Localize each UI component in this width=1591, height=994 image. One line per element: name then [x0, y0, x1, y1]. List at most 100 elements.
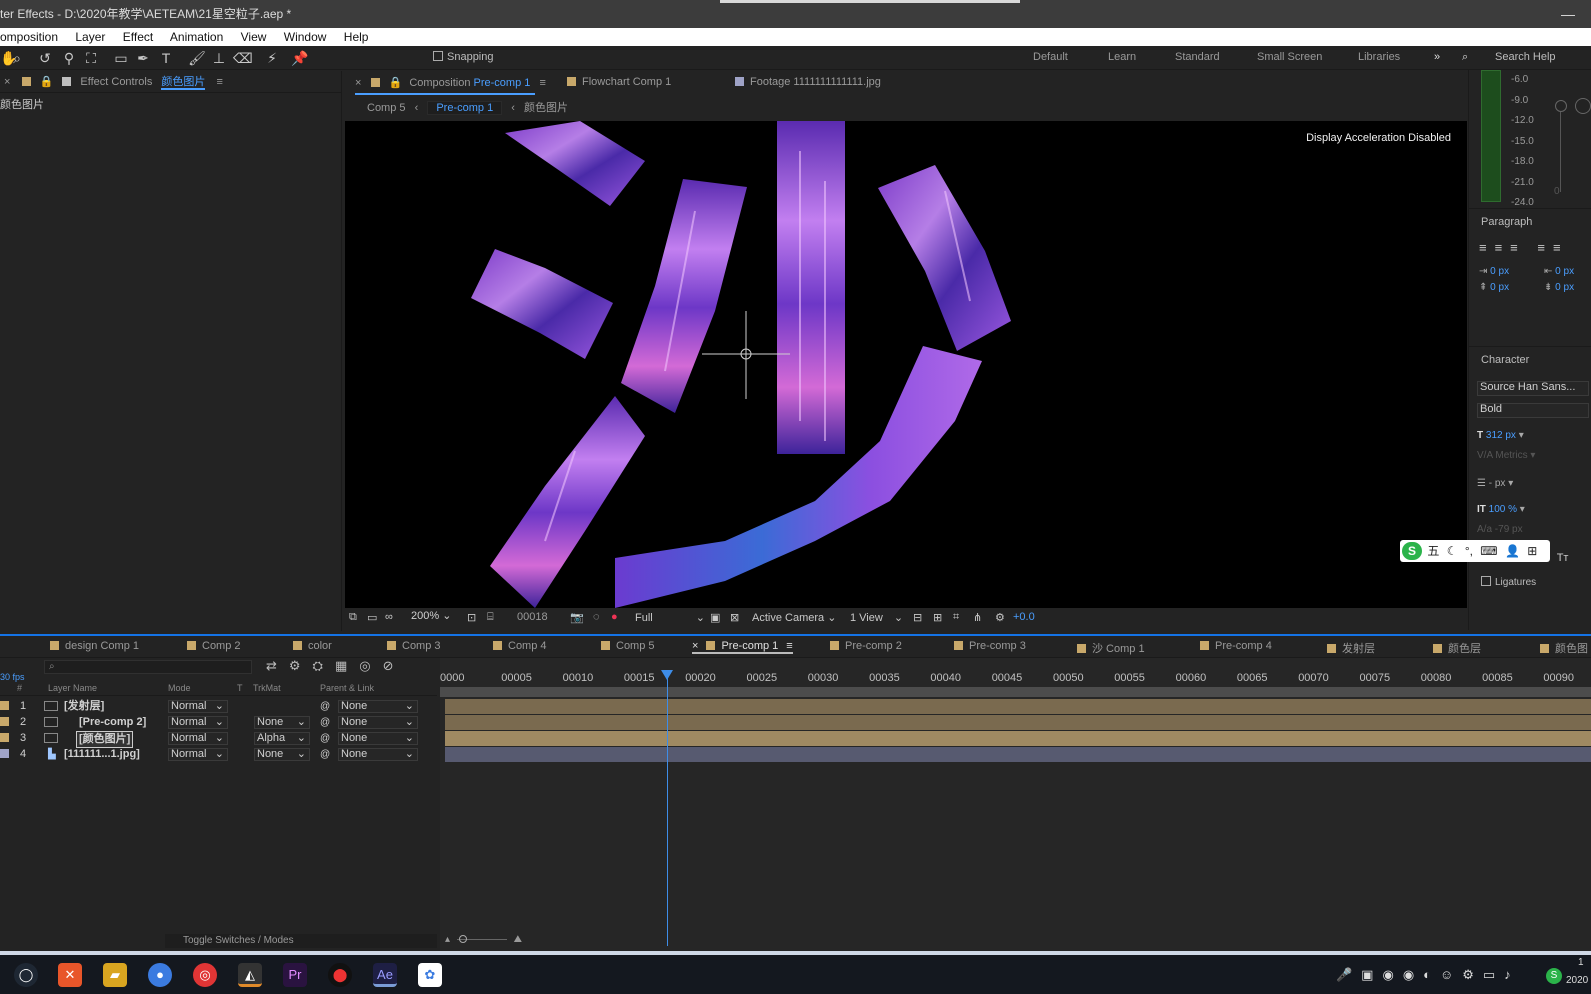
workspace-small-screen[interactable]: Small Screen — [1257, 51, 1322, 63]
menu-view[interactable]: View — [241, 30, 267, 44]
snapping-toggle[interactable]: Snapping — [433, 51, 494, 63]
panel-menu-icon[interactable]: ≡ — [216, 76, 222, 88]
layer-mode-dropdown[interactable]: Normal ⌄ — [168, 716, 228, 729]
rectangle-tool-icon[interactable]: ▭ — [112, 49, 130, 67]
layer-name[interactable]: [111111...1.jpg] — [64, 747, 140, 762]
timeline-graph[interactable]: 0000 00005 00010 00015 00020 00025 00030 00035 0… — [440, 658, 1591, 958]
kerning-field[interactable]: V/A Metrics ▾ — [1477, 450, 1535, 461]
zoom-tool-icon[interactable]: ⌕ — [8, 49, 26, 67]
font-style-dropdown[interactable]: Bold — [1477, 403, 1589, 418]
tab-color-layer[interactable]: 颜色层 — [1433, 640, 1481, 656]
tab-precomp2[interactable]: Pre-comp 2 — [830, 640, 902, 652]
breadcrumb-precomp1[interactable]: Pre-comp 1 — [427, 101, 503, 115]
vertical-scale-field[interactable]: IT 100 % ▾ — [1477, 504, 1525, 515]
clone-stamp-tool-icon[interactable]: ⊥ — [210, 49, 228, 67]
app-icon-3[interactable]: ✿ — [418, 963, 442, 987]
ime-moon-icon[interactable]: ☾ — [1447, 544, 1458, 558]
tab-comp5[interactable]: Comp 5 — [601, 640, 655, 652]
layer-bar[interactable] — [445, 747, 1591, 762]
ime-tray-icon[interactable]: S — [1546, 968, 1562, 984]
ime-toolbar[interactable]: S 五 ☾ °, ⌨ 👤 ⊞ — [1400, 540, 1550, 562]
layer-label-color[interactable] — [0, 749, 9, 758]
ligatures-option[interactable]: Ligatures — [1481, 576, 1536, 588]
indent-left-field[interactable]: ⇥ 0 px — [1479, 266, 1509, 277]
zoom-in-icon[interactable]: ⛰ — [514, 934, 522, 945]
tab-comp3[interactable]: Comp 3 — [387, 640, 441, 652]
workspace-default[interactable]: Default — [1033, 51, 1068, 63]
exposure-value[interactable]: +0.0 — [1013, 611, 1035, 623]
minimize-button[interactable]: — — [1561, 0, 1575, 28]
layer-label-color[interactable] — [0, 717, 9, 726]
exposure-icon[interactable]: ⚙ — [995, 611, 1005, 624]
clock-time[interactable]: 1 — [1578, 957, 1584, 968]
layer-mode-dropdown[interactable]: Normal ⌄ — [168, 732, 228, 745]
menu-layer[interactable]: Layer — [75, 30, 105, 44]
rotate-tool-icon[interactable]: ↺ — [36, 49, 54, 67]
leading-value[interactable]: - px — [1489, 478, 1506, 489]
panel-menu-icon[interactable]: ≡ — [539, 77, 545, 89]
system-tray-icons[interactable]: 🎤▣◉◉◐☺⚙▭♪ — [1336, 967, 1520, 983]
indent-left-value[interactable]: 0 px — [1490, 266, 1509, 277]
close-icon[interactable]: × — [692, 640, 698, 652]
app-icon-2[interactable]: ◭ — [238, 963, 262, 987]
ime-wubi-button[interactable]: 五 — [1427, 544, 1439, 558]
cortana-icon[interactable]: ◯ — [14, 963, 38, 987]
tab-comp2[interactable]: Comp 2 — [187, 640, 241, 652]
vertical-scale-value[interactable]: 100 % — [1489, 504, 1517, 515]
paragraph-align-buttons[interactable]: ≡≡≡ ≡≡ — [1479, 240, 1569, 255]
lock-icon[interactable]: 🔒 — [40, 76, 54, 88]
flowchart-icon[interactable]: ⋔ — [973, 611, 982, 624]
menu-composition[interactable]: omposition — [0, 30, 58, 44]
roto-brush-tool-icon[interactable]: ⚡ — [263, 49, 281, 67]
layer-trkmat-dropdown[interactable]: Alpha ⌄ — [254, 732, 310, 745]
zoom-dropdown[interactable]: 200% ⌄ — [409, 611, 459, 626]
layer-name[interactable]: [Pre-comp 2] — [79, 715, 146, 730]
kerning-value[interactable]: Metrics — [1495, 450, 1527, 461]
font-size-field[interactable]: T 312 px ▾ — [1477, 430, 1524, 441]
breadcrumb-layer[interactable]: 颜色图片 — [524, 102, 568, 114]
pan-behind-tool-icon[interactable]: ⛶ — [82, 49, 100, 67]
ime-logo[interactable]: S — [1402, 542, 1422, 560]
tab-precomp1[interactable]: × Pre-comp 1 ≡ — [692, 640, 793, 654]
indent-right-field[interactable]: ⇤ 0 px — [1544, 266, 1574, 277]
always-preview-icon[interactable]: ⧉ — [349, 611, 357, 624]
footage-tab[interactable]: Footage 1111111111111.jpg — [735, 76, 881, 88]
brush-tool-icon[interactable]: 🖌 — [188, 49, 206, 67]
flowchart-tab[interactable]: Flowchart Comp 1 — [567, 76, 671, 88]
layer-label-color[interactable] — [0, 733, 9, 742]
pickwhip-icon[interactable]: @ — [320, 747, 330, 762]
tab-color-image[interactable]: 颜色图 — [1540, 640, 1588, 656]
layer-row[interactable]: 3 [颜色图片] Normal ⌄ Alpha ⌄ @ None ⌄ — [0, 731, 437, 748]
font-size-value[interactable]: 312 px — [1486, 430, 1516, 441]
search-help-icon[interactable]: ⌕ — [1462, 51, 1468, 64]
effect-controls-tab-label[interactable]: Effect Controls — [80, 76, 152, 88]
layer-trkmat-dropdown[interactable]: None ⌄ — [254, 748, 310, 761]
layer-label-color[interactable] — [0, 701, 9, 710]
mask-toggle-icon[interactable]: ∞ — [385, 611, 393, 623]
workspace-overflow-button[interactable]: » — [1434, 51, 1440, 63]
timeline-search-input[interactable]: ⌕ — [44, 660, 252, 674]
puppet-pin-tool-icon[interactable]: 📌 — [291, 49, 309, 67]
recorder-icon[interactable]: ⬤ — [328, 963, 352, 987]
composition-tab[interactable]: × 🔒 Composition Pre-comp 1 ≡ — [355, 76, 546, 89]
timeline-switch-icons[interactable]: ⇄⚙⛭▦◎⊘ — [266, 658, 405, 674]
ime-keyboard-icon[interactable]: ⌨ — [1480, 544, 1497, 558]
layer-parent-dropdown[interactable]: None ⌄ — [338, 732, 418, 745]
tab-comp4[interactable]: Comp 4 — [493, 640, 547, 652]
pickwhip-icon[interactable]: @ — [320, 715, 330, 730]
layer-row[interactable]: 4 ▙ [111111...1.jpg] Normal ⌄ None ⌄ @ Non… — [0, 747, 437, 762]
panel-menu-icon[interactable]: ≡ — [786, 640, 792, 652]
current-time-indicator[interactable] — [666, 670, 668, 946]
ligatures-checkbox[interactable] — [1481, 576, 1491, 586]
search-help-input[interactable]: Search Help — [1495, 51, 1556, 63]
menu-effect[interactable]: Effect — [123, 30, 153, 44]
leading-field[interactable]: ☰ - px ▾ — [1477, 478, 1513, 489]
fast-previews-icon[interactable]: ⊞ — [933, 611, 942, 624]
menu-window[interactable]: Window — [284, 30, 327, 44]
timeline-zoom-slider[interactable]: ▴ ⛰ — [445, 934, 535, 948]
tracking-field[interactable]: A/a -79 px — [1477, 524, 1523, 535]
audio-slider-right[interactable] — [1575, 98, 1591, 114]
tab-precomp3[interactable]: Pre-comp 3 — [954, 640, 1026, 652]
layer-row[interactable]: 2 [Pre-comp 2] Normal ⌄ None ⌄ @ None ⌄ — [0, 715, 437, 730]
close-icon[interactable]: × — [4, 76, 10, 88]
